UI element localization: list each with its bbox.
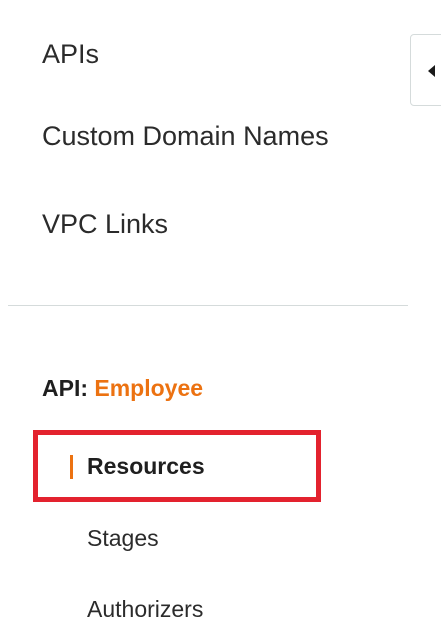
- nav-item-apis[interactable]: APIs: [42, 38, 99, 70]
- api-heading-prefix: API:: [42, 375, 88, 401]
- nav-item-stages[interactable]: Stages: [87, 524, 159, 552]
- nav-item-custom-domain-names[interactable]: Custom Domain Names: [42, 120, 329, 152]
- nav-item-resources[interactable]: Resources: [87, 452, 205, 480]
- nav-item-authorizers[interactable]: Authorizers: [87, 595, 203, 623]
- collapse-sidebar-button[interactable]: [410, 34, 441, 106]
- active-indicator: [70, 455, 73, 479]
- nav-item-vpc-links[interactable]: VPC Links: [42, 208, 168, 240]
- caret-left-icon: [428, 65, 435, 77]
- api-heading: API: Employee: [42, 374, 203, 402]
- sidebar-divider: [8, 305, 408, 306]
- api-name-link[interactable]: Employee: [94, 375, 203, 401]
